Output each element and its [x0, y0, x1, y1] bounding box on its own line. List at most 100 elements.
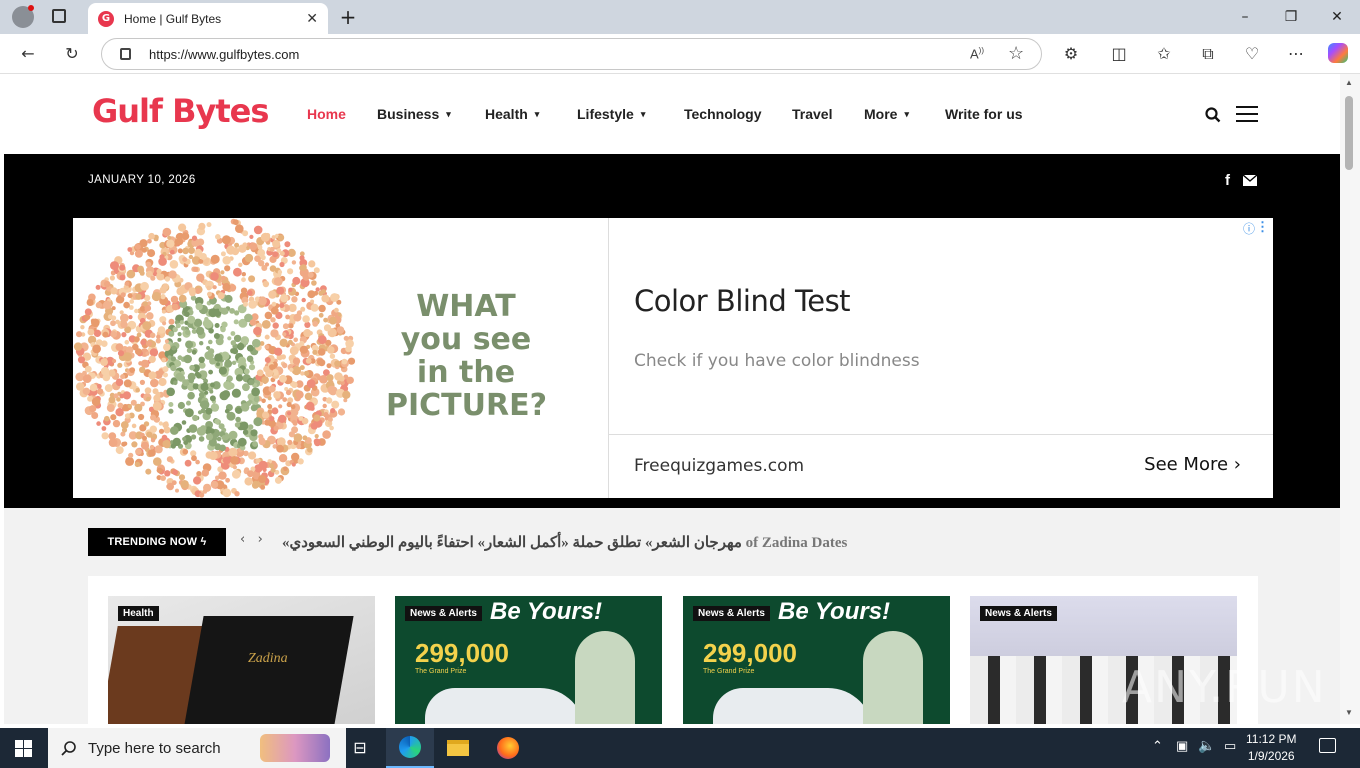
article-card[interactable]: Zadina Health [108, 596, 375, 724]
network-icon[interactable]: ▭ [1224, 738, 1236, 754]
ad-site[interactable]: Freequizgames.com [634, 456, 804, 476]
category-badge[interactable]: News & Alerts [980, 606, 1057, 621]
copilot-icon[interactable] [1328, 43, 1348, 63]
plate-dot [142, 435, 147, 441]
plate-dot [248, 451, 257, 460]
plate-dot [131, 423, 137, 429]
plate-dot [268, 290, 277, 299]
favorite-star-icon[interactable]: ☆ [1008, 43, 1024, 64]
chevron-right-icon[interactable]: › [258, 532, 263, 547]
meet-now-icon[interactable]: ▣ [1176, 738, 1188, 754]
extensions-icon[interactable]: ⚙ [1059, 42, 1083, 66]
system-clock[interactable]: 11:12 PM 1/9/2026 [1246, 731, 1296, 765]
plate-dot [273, 425, 279, 432]
nav-business[interactable]: Business ▾ [377, 106, 451, 122]
plate-dot [139, 379, 145, 385]
url-text[interactable]: https://www.gulfbytes.com [149, 47, 299, 62]
plate-dot [256, 369, 264, 377]
facebook-icon[interactable]: f [1225, 172, 1230, 189]
plate-dot [110, 414, 117, 421]
edge-taskbar-icon[interactable] [386, 728, 434, 768]
advertisement[interactable]: WHAT you see in the PICTURE? Color Blind… [73, 218, 1273, 498]
plate-dot [166, 456, 173, 463]
plate-dot [218, 471, 227, 480]
lock-icon[interactable] [120, 48, 131, 60]
category-badge[interactable]: News & Alerts [405, 606, 482, 621]
trending-headline[interactable]: «مهرجان الشعر» تطلق حملة «أكمل الشعار» ا… [282, 533, 847, 552]
plate-dot [317, 335, 327, 345]
trending-headline-text[interactable]: «مهرجان الشعر» تطلق حملة «أكمل الشعار» ا… [282, 535, 742, 551]
plate-dot [327, 346, 335, 354]
page-scrollbar[interactable]: ▲ ▼ [1340, 74, 1360, 724]
new-tab-button[interactable]: + [336, 6, 360, 28]
nav-home[interactable]: Home [307, 106, 346, 122]
address-bar[interactable]: https://www.gulfbytes.com A)) ☆ [101, 38, 1042, 70]
trending-nav[interactable]: ‹ › [240, 532, 263, 547]
notifications-icon[interactable] [1319, 738, 1336, 753]
collections-icon[interactable]: ⧉ [1196, 42, 1220, 66]
task-view-icon[interactable]: ⊟ [336, 728, 384, 768]
nav-health[interactable]: Health ▾ [485, 106, 539, 122]
plate-dot [303, 329, 312, 338]
read-aloud-icon[interactable]: A)) [970, 46, 984, 61]
scroll-up-icon[interactable]: ▲ [1345, 78, 1353, 87]
category-badge[interactable]: Health [118, 606, 159, 621]
ad-info-icon[interactable]: ⓘ [1243, 220, 1255, 237]
plate-dot [299, 345, 308, 354]
plate-dot [230, 331, 236, 336]
category-badge[interactable]: News & Alerts [693, 606, 770, 621]
ad-options-icon[interactable]: ⋮ [1256, 219, 1269, 235]
plate-dot [147, 238, 152, 244]
plate-dot [208, 308, 218, 318]
plate-dot [115, 343, 124, 351]
nav-more[interactable]: More ▾ [864, 106, 909, 122]
back-icon[interactable]: ← [16, 42, 40, 66]
tab-close-icon[interactable]: ✕ [306, 10, 318, 27]
article-card[interactable]: Be Yours! 299,000 The Grand Prize News &… [395, 596, 662, 724]
plate-dot [214, 323, 220, 328]
plate-dot [183, 354, 192, 364]
scroll-down-icon[interactable]: ▼ [1345, 708, 1353, 717]
ad-title[interactable]: Color Blind Test [634, 284, 851, 318]
close-window-button[interactable]: ✕ [1325, 6, 1349, 28]
windows-start-icon[interactable] [15, 740, 32, 757]
restore-button[interactable]: ❐ [1279, 6, 1303, 28]
scrollbar-thumb[interactable] [1345, 96, 1353, 170]
article-card[interactable]: Be Yours! 299,000 The Grand Prize News &… [683, 596, 950, 724]
plate-dot [220, 270, 225, 275]
plate-dot [287, 339, 293, 345]
ad-image[interactable]: WHAT you see in the PICTURE? [73, 218, 608, 498]
plate-dot [222, 256, 231, 265]
active-tab[interactable]: G Home | Gulf Bytes ✕ [88, 3, 328, 34]
firefox-icon[interactable] [484, 728, 532, 768]
split-screen-icon[interactable]: ◫ [1107, 42, 1131, 66]
chevron-left-icon[interactable]: ‹ [240, 532, 245, 547]
email-icon[interactable] [1243, 175, 1257, 186]
plate-dot [209, 395, 216, 402]
browser-essentials-icon[interactable]: ♡ [1240, 42, 1264, 66]
refresh-icon[interactable]: ↻ [60, 42, 84, 66]
plate-dot [209, 428, 215, 434]
nav-travel[interactable]: Travel [792, 106, 832, 122]
show-hidden-icons[interactable]: ⌃ [1152, 738, 1163, 754]
ad-see-more-button[interactable]: See More › [1144, 454, 1241, 475]
hamburger-menu-icon[interactable] [1236, 105, 1258, 123]
trending-overlay-text[interactable]: of Zadina Dates [746, 535, 848, 551]
more-menu-icon[interactable]: ⋯ [1284, 42, 1308, 66]
search-placeholder[interactable]: Type here to search [88, 740, 221, 757]
volume-icon[interactable]: 🔈 [1198, 737, 1215, 754]
chevron-down-icon: ▾ [640, 108, 646, 119]
taskbar-search[interactable]: Type here to search [48, 728, 346, 768]
tab-actions-icon[interactable] [52, 9, 66, 23]
search-icon[interactable] [1205, 107, 1221, 123]
nav-lifestyle[interactable]: Lifestyle ▾ [577, 106, 645, 122]
nav-write-for-us[interactable]: Write for us [945, 106, 1023, 122]
plate-dot [170, 426, 179, 435]
favorites-icon[interactable]: ✩ [1152, 42, 1176, 66]
minimize-button[interactable]: – [1233, 6, 1257, 28]
plate-dot [301, 297, 306, 303]
file-explorer-icon[interactable] [434, 728, 482, 768]
site-logo[interactable]: Gulf Bytes [92, 92, 269, 130]
nav-technology[interactable]: Technology [684, 106, 762, 122]
plate-dot [162, 366, 169, 373]
